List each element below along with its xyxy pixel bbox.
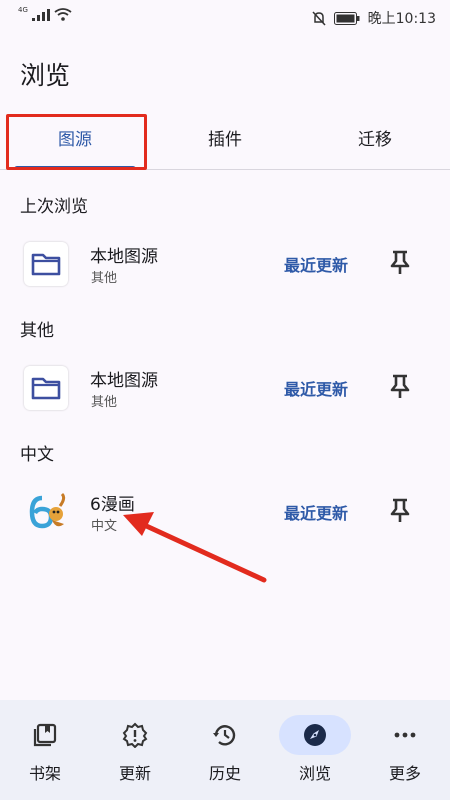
latest-button[interactable]: 最近更新	[284, 252, 348, 276]
wifi-icon	[54, 8, 72, 21]
more-icon	[394, 732, 416, 738]
pin-icon[interactable]	[386, 372, 414, 400]
bottom-navigation: 书架 更新 历史 浏览 更多	[0, 700, 450, 800]
pin-icon[interactable]	[386, 248, 414, 276]
page-title: 浏览	[20, 61, 71, 90]
signal-icon	[31, 8, 50, 21]
tab-migrate[interactable]: 迁移	[300, 110, 450, 170]
status-time: 晚上10:13	[367, 11, 436, 27]
alert-badge-icon	[122, 722, 148, 748]
nav-item-browse[interactable]: 浏览	[270, 700, 360, 800]
nav-label: 浏览	[298, 764, 331, 783]
nav-label: 更新	[118, 764, 151, 783]
nav-label: 更多	[388, 764, 421, 783]
status-right: 晚上10:13	[312, 8, 436, 28]
source-name: 本地图源	[90, 247, 158, 267]
nav-label: 书架	[28, 764, 61, 783]
nav-icon-wrap	[9, 715, 81, 755]
nav-item-library[interactable]: 书架	[0, 700, 90, 800]
source-row-6manhua[interactable]: 6漫画 中文 最近更新	[0, 476, 450, 550]
nav-icon-wrap	[279, 715, 351, 755]
nav-icon-wrap	[99, 715, 171, 755]
source-name: 6漫画	[90, 495, 135, 515]
status-left: 4G	[18, 5, 72, 21]
battery-icon	[333, 11, 360, 25]
pin-icon[interactable]	[386, 496, 414, 524]
nav-icon-wrap	[189, 715, 261, 755]
section-header-last-used: 上次浏览	[20, 197, 88, 217]
network-type: 4G	[18, 5, 28, 14]
source-name: 本地图源	[90, 371, 158, 391]
bookshelf-icon	[33, 723, 57, 747]
tab-extensions[interactable]: 插件	[150, 110, 300, 170]
latest-button[interactable]: 最近更新	[284, 500, 348, 524]
6manhua-logo-icon	[24, 490, 68, 534]
latest-button[interactable]: 最近更新	[284, 376, 348, 400]
section-header-other: 其他	[20, 321, 54, 341]
history-icon	[213, 725, 236, 746]
section-header-chinese: 中文	[20, 445, 54, 465]
source-row-local[interactable]: 本地图源 其他 最近更新	[0, 228, 450, 302]
source-language: 其他	[91, 271, 118, 286]
nav-label: 历史	[208, 764, 241, 783]
source-row-local[interactable]: 本地图源 其他 最近更新	[0, 352, 450, 426]
source-language: 中文	[91, 519, 118, 534]
nav-item-updates[interactable]: 更新	[90, 700, 180, 800]
nav-item-more[interactable]: 更多	[360, 700, 450, 800]
folder-icon	[24, 242, 68, 286]
folder-icon	[24, 366, 68, 410]
nav-icon-wrap	[369, 715, 441, 755]
compass-icon	[304, 724, 326, 746]
mute-bell-icon	[312, 10, 326, 26]
source-language: 其他	[91, 395, 118, 410]
nav-item-history[interactable]: 历史	[180, 700, 270, 800]
annotation-highlight-box	[6, 114, 147, 170]
status-bar: 4G 晚上10:13	[0, 0, 450, 32]
